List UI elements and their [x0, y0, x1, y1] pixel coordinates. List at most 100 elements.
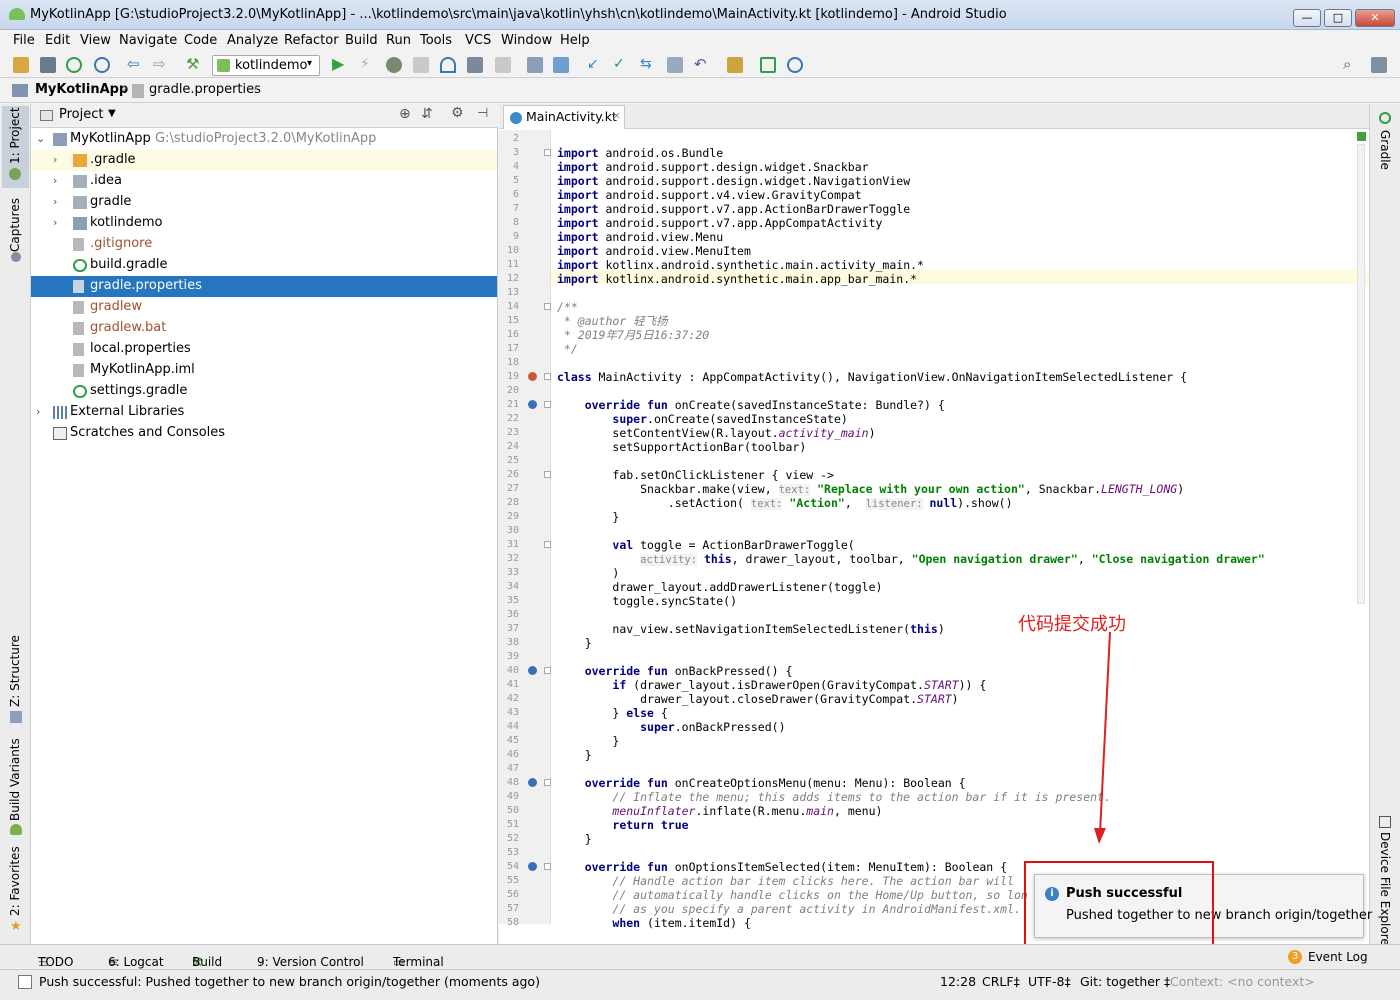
code-line[interactable]: override fun onOptionsItemSelected(item:…: [557, 860, 1007, 874]
menu-tools[interactable]: Tools: [420, 33, 452, 48]
save-icon[interactable]: [40, 57, 56, 73]
collapse-all-icon[interactable]: ⇵: [421, 106, 433, 122]
locate-icon[interactable]: ⊕: [399, 106, 411, 122]
code-line[interactable]: when (item.itemId) {: [557, 916, 750, 930]
breadcrumb-project[interactable]: MyKotlinApp: [35, 82, 128, 97]
apply-changes-icon[interactable]: ⚡: [360, 57, 376, 73]
menu-run[interactable]: Run: [386, 33, 411, 48]
code-line[interactable]: // Handle action bar item clicks here. T…: [557, 874, 1014, 888]
cursor-position[interactable]: 12:28: [940, 974, 976, 989]
tab-build-variants[interactable]: Build Variants: [8, 738, 22, 821]
code-line[interactable]: fab.setOnClickListener { view ->: [557, 468, 834, 482]
code-line[interactable]: menuInflater.inflate(R.menu.main, menu): [557, 804, 882, 818]
code-line[interactable]: override fun onCreateOptionsMenu(menu: M…: [557, 776, 966, 790]
attach-debugger-icon[interactable]: [467, 57, 483, 73]
fold-marker-icon[interactable]: [544, 373, 551, 380]
code-line[interactable]: */: [557, 342, 578, 356]
fold-marker-icon[interactable]: [544, 401, 551, 408]
vcs-compare-icon[interactable]: ⇆: [640, 57, 656, 73]
code-line[interactable]: super.onCreate(savedInstanceState): [557, 412, 847, 426]
coverage-icon[interactable]: [413, 57, 429, 73]
code-line[interactable]: }: [557, 636, 592, 650]
breadcrumb-file[interactable]: gradle.properties: [149, 82, 261, 97]
code-line[interactable]: if (drawer_layout.isDrawerOpen(GravityCo…: [557, 678, 986, 692]
fold-marker-icon[interactable]: [544, 863, 551, 870]
chevron-right-icon[interactable]: ›: [53, 195, 57, 208]
code-line[interactable]: drawer_layout.addDrawerListener(toggle): [557, 580, 882, 594]
back-icon[interactable]: ⇦: [127, 57, 143, 73]
chevron-down-icon[interactable]: ▼: [108, 108, 116, 119]
fold-marker-icon[interactable]: [544, 779, 551, 786]
line-separator[interactable]: CRLF‡: [982, 974, 1020, 989]
code-line[interactable]: ): [557, 566, 619, 580]
tree-item-gradle-dir[interactable]: › .gradle: [31, 150, 497, 171]
code-line[interactable]: activity: this, drawer_layout, toolbar, …: [557, 552, 1265, 567]
code-line[interactable]: setContentView(R.layout.activity_main): [557, 426, 875, 440]
code-line[interactable]: // automatically handle clicks on the Ho…: [557, 888, 1027, 902]
code-line[interactable]: nav_view.setNavigationItemSelectedListen…: [557, 622, 944, 636]
tree-item-gradlew[interactable]: gradlew: [31, 297, 497, 318]
code-line[interactable]: toggle.syncState(): [557, 594, 737, 608]
code-line[interactable]: Snackbar.make(view, text: "Replace with …: [557, 482, 1184, 497]
tree-item-gradle-properties[interactable]: gradle.properties: [31, 276, 497, 297]
maximize-button[interactable]: □: [1324, 9, 1352, 27]
tab-favorites[interactable]: 2: Favorites: [8, 846, 22, 916]
tree-item-external-libraries[interactable]: › External Libraries: [31, 402, 497, 423]
chevron-right-icon[interactable]: ›: [53, 153, 57, 166]
tree-item-settings-gradle[interactable]: settings.gradle: [31, 381, 497, 402]
profile-icon[interactable]: [440, 57, 456, 73]
download-icon[interactable]: [553, 57, 569, 73]
code-line[interactable]: import android.support.v7.app.ActionBarD…: [557, 202, 910, 216]
search-icon[interactable]: ⌕: [1343, 57, 1359, 73]
sdk-manager-icon[interactable]: [787, 57, 803, 73]
code-line[interactable]: override fun onBackPressed() {: [557, 664, 793, 678]
tab-event-log[interactable]: Event Log: [1308, 950, 1368, 964]
refresh-icon[interactable]: [94, 57, 110, 73]
tree-item-root[interactable]: ⌄ MyKotlinApp G:\studioProject3.2.0\MyKo…: [31, 129, 497, 150]
close-button[interactable]: ✕: [1355, 9, 1395, 27]
menu-view[interactable]: View: [80, 33, 111, 48]
menu-analyze[interactable]: Analyze: [227, 33, 278, 48]
tab-gradle[interactable]: Gradle: [1378, 130, 1392, 170]
vcs-update-icon[interactable]: ↙: [587, 57, 603, 73]
tab-project[interactable]: 1: Project: [8, 107, 22, 164]
code-line[interactable]: setSupportActionBar(toolbar): [557, 440, 806, 454]
code-line[interactable]: import android.os.Bundle: [557, 146, 723, 160]
debug-icon[interactable]: [386, 57, 402, 73]
tree-item-scratches[interactable]: Scratches and Consoles: [31, 423, 497, 444]
menu-navigate[interactable]: Navigate: [119, 33, 177, 48]
fold-marker-icon[interactable]: [544, 149, 551, 156]
code-line[interactable]: .setAction( text: "Action", listener: nu…: [557, 496, 1013, 511]
fold-marker-icon[interactable]: [544, 667, 551, 674]
build-variants-icon[interactable]: [527, 57, 543, 73]
forward-icon[interactable]: ⇨: [153, 57, 169, 73]
code-line[interactable]: import kotlinx.android.synthetic.main.ap…: [557, 272, 917, 286]
override-marker-icon[interactable]: [528, 862, 537, 871]
tab-structure[interactable]: Z: Structure: [8, 635, 22, 707]
code-line[interactable]: }: [557, 832, 592, 846]
context-indicator[interactable]: Context: <no context>: [1170, 974, 1315, 989]
hide-panel-icon[interactable]: ⊣: [477, 106, 488, 121]
open-folder-icon[interactable]: [13, 57, 29, 73]
tree-item-iml[interactable]: MyKotlinApp.iml: [31, 360, 497, 381]
class-marker-icon[interactable]: [528, 372, 537, 381]
code-line[interactable]: * 2019年7月5日16:37:20: [557, 328, 709, 342]
tree-item-kotlindemo[interactable]: › kotlindemo: [31, 213, 497, 234]
avd-manager-icon[interactable]: [760, 57, 776, 73]
menu-edit[interactable]: Edit: [45, 33, 70, 48]
tab-captures[interactable]: Captures: [8, 198, 22, 252]
chevron-right-icon[interactable]: ›: [53, 216, 57, 229]
code-line[interactable]: import android.support.v7.app.AppCompatA…: [557, 216, 882, 230]
menu-build[interactable]: Build: [345, 33, 378, 48]
override-marker-icon[interactable]: [528, 400, 537, 409]
toggle-tool-windows-icon[interactable]: [18, 975, 32, 989]
layout-inspector-icon[interactable]: [1371, 57, 1387, 73]
code-line[interactable]: import android.support.design.widget.Sna…: [557, 160, 869, 174]
code-line[interactable]: import android.support.design.widget.Nav…: [557, 174, 910, 188]
code-line[interactable]: import kotlinx.android.synthetic.main.ac…: [557, 258, 924, 272]
vcs-history-icon[interactable]: [667, 57, 683, 73]
code-line[interactable]: import android.view.MenuItem: [557, 244, 751, 258]
fold-marker-icon[interactable]: [544, 303, 551, 310]
code-line[interactable]: val toggle = ActionBarDrawerToggle(: [557, 538, 854, 552]
stop-icon[interactable]: [495, 57, 511, 73]
